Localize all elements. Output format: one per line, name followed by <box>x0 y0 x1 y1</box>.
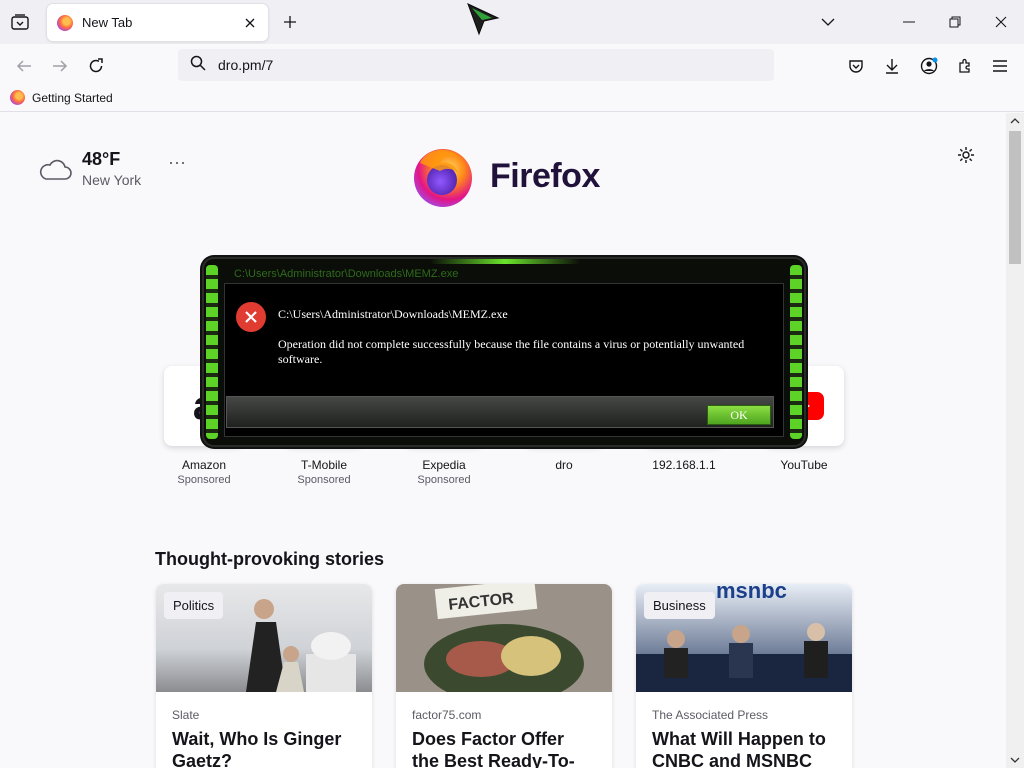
tab-strip: New Tab <box>0 0 1024 44</box>
url-bar[interactable]: dro.pm/7 <box>178 49 774 81</box>
tile-sponsored: Sponsored <box>417 474 471 486</box>
tile-label: dro <box>555 458 573 472</box>
firefox-wordmark: Firefox <box>490 156 600 195</box>
dialog-caption: C:\Users\Administrator\Downloads\MEMZ.ex… <box>234 268 459 280</box>
dialog-file-path: C:\Users\Administrator\Downloads\MEMZ.ex… <box>278 307 508 321</box>
story-image: FACTOR <box>396 584 612 704</box>
tile-label: YouTube <box>780 458 828 472</box>
firefox-logo-icon <box>414 149 472 207</box>
tile-label: Amazon <box>181 458 227 472</box>
category-pill: Politics <box>164 592 224 619</box>
firefox-logo: Firefox <box>410 143 600 209</box>
weather-city: New York <box>82 172 142 188</box>
stories-heading: Thought-provoking stories <box>155 549 384 569</box>
story-card[interactable]: Politics Slate Wait, Who Is Ginger Gaetz… <box>156 584 372 768</box>
food-photo-icon: FACTOR <box>424 584 584 704</box>
url-text[interactable]: dro.pm/7 <box>218 57 273 73</box>
extensions-icon[interactable] <box>951 52 979 80</box>
gear-icon[interactable] <box>954 143 978 167</box>
scroll-down-icon[interactable] <box>1006 752 1024 768</box>
close-tab-icon[interactable] <box>238 11 262 35</box>
story-image: msnbc Business <box>636 584 852 692</box>
memz-cursor-icon <box>466 2 500 36</box>
chevron-down-icon[interactable] <box>816 10 840 34</box>
dialog-side-left <box>206 265 218 439</box>
pocket-icon[interactable] <box>842 52 870 80</box>
bookmark-getting-started[interactable]: Getting Started <box>10 90 113 105</box>
tile-label: Expedia <box>422 458 466 472</box>
search-icon <box>190 55 206 76</box>
tile-label: 192.168.1.1 <box>652 458 716 472</box>
dialog-glow <box>430 259 580 264</box>
category-pill: Business <box>644 592 715 619</box>
story-headline[interactable]: Does Factor Offer the Best Ready-To-Eat <box>412 728 596 768</box>
weather-widget[interactable]: 48°F New York <box>38 149 141 188</box>
story-headline[interactable]: Wait, Who Is Ginger Gaetz? <box>172 728 356 768</box>
story-headline[interactable]: What Will Happen to CNBC and MSNBC <box>652 728 836 768</box>
reload-icon[interactable] <box>82 52 110 80</box>
hamburger-menu-icon[interactable] <box>986 52 1014 80</box>
story-image: Politics <box>156 584 372 692</box>
tab-title: New Tab <box>82 15 133 30</box>
minimize-button[interactable] <box>886 0 932 44</box>
dialog-side-right <box>790 265 802 439</box>
story-source: The Associated Press <box>652 708 769 722</box>
downloads-icon[interactable] <box>878 52 906 80</box>
error-x-icon <box>236 302 266 332</box>
tile-label: T-Mobile <box>300 458 347 472</box>
ok-button[interactable]: OK <box>707 405 771 425</box>
back-arrow-icon[interactable] <box>10 52 38 80</box>
tile-sponsored: Sponsored <box>297 474 351 486</box>
weather-temperature: 48°F <box>82 149 121 169</box>
window-controls <box>821 0 1024 44</box>
new-tab-plus-icon[interactable] <box>278 10 302 34</box>
story-card[interactable]: msnbc Business The Associated Press What… <box>636 584 852 768</box>
page-scrollbar[interactable] <box>1006 113 1024 768</box>
cloud-icon <box>39 159 72 180</box>
firefox-bookmark-icon <box>10 90 25 105</box>
forward-arrow-icon[interactable] <box>46 52 74 80</box>
close-window-button[interactable] <box>978 0 1024 44</box>
tab-new-tab[interactable]: New Tab <box>47 4 268 41</box>
dialog-message: Operation did not complete successfully … <box>278 337 745 366</box>
bookmarks-toolbar: Getting Started <box>0 86 1024 112</box>
story-source: Slate <box>172 708 200 722</box>
scrollbar-thumb[interactable] <box>1009 131 1021 264</box>
restore-button[interactable] <box>932 0 978 44</box>
list-all-tabs-icon[interactable] <box>8 10 32 34</box>
story-source: factor75.com <box>412 708 482 722</box>
account-icon[interactable] <box>915 52 943 80</box>
svg-text:msnbc: msnbc <box>716 584 787 603</box>
virus-error-dialog: C:\Users\Administrator\Downloads\MEMZ.ex… <box>204 259 804 445</box>
scroll-up-icon[interactable] <box>1006 113 1024 129</box>
tile-sponsored: Sponsored <box>177 474 231 486</box>
firefox-favicon-icon <box>57 14 73 31</box>
story-card[interactable]: FACTOR factor75.com Does Factor Offer th… <box>396 584 612 768</box>
bookmark-label: Getting Started <box>32 90 113 105</box>
more-options-icon[interactable]: ··· <box>168 153 190 173</box>
dialog-footer: OK <box>226 396 774 428</box>
